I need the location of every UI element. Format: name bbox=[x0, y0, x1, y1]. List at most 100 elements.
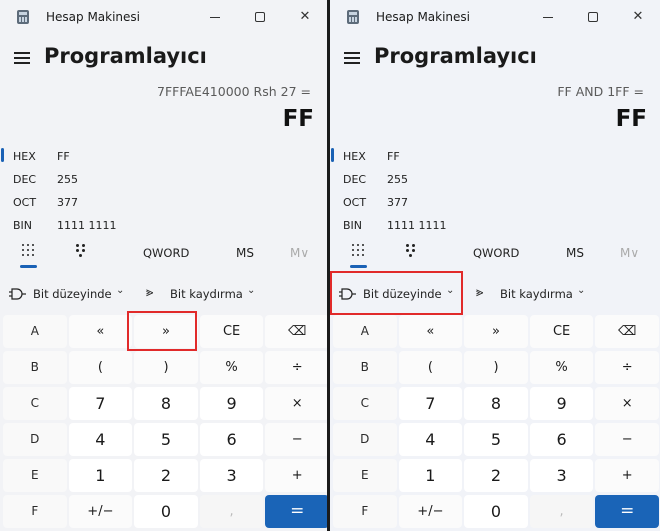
left-shift-key[interactable]: « bbox=[398, 315, 463, 348]
full-keypad-icon[interactable] bbox=[351, 243, 365, 257]
title-bar[interactable]: Hesap Makinesi ✕ bbox=[0, 0, 327, 34]
backspace-key[interactable]: ⌫ bbox=[265, 315, 327, 348]
key-1[interactable]: 1 bbox=[68, 459, 133, 492]
key-e[interactable]: E bbox=[333, 459, 397, 492]
subtract-key[interactable]: − bbox=[265, 423, 327, 456]
percent-key[interactable]: % bbox=[529, 351, 594, 384]
bitshift-label: Bit kaydırma bbox=[500, 287, 573, 301]
key-a[interactable]: A bbox=[333, 315, 397, 348]
multiply-key[interactable]: × bbox=[265, 387, 327, 420]
key-0[interactable]: 0 bbox=[134, 495, 198, 528]
memory-list-button[interactable]: M∨ bbox=[290, 246, 309, 260]
close-paren-key[interactable]: ) bbox=[134, 351, 198, 384]
radix-row-hex[interactable]: HEX FF bbox=[330, 145, 530, 167]
radix-row-hex[interactable]: HEX FF bbox=[0, 145, 200, 167]
navigation-menu-icon[interactable] bbox=[344, 51, 360, 64]
minimize-button[interactable] bbox=[201, 6, 229, 28]
radix-row-oct[interactable]: OCT 377 bbox=[0, 191, 200, 213]
key-4[interactable]: 4 bbox=[68, 423, 133, 456]
open-paren-key[interactable]: ( bbox=[398, 351, 463, 384]
key-f[interactable]: F bbox=[3, 495, 67, 528]
add-key[interactable]: + bbox=[595, 459, 659, 492]
percent-key[interactable]: % bbox=[199, 351, 264, 384]
radix-value: 377 bbox=[57, 196, 78, 209]
logic-gate-icon bbox=[339, 288, 356, 300]
radix-row-dec[interactable]: DEC 255 bbox=[330, 168, 530, 190]
key-7[interactable]: 7 bbox=[398, 387, 463, 420]
memory-list-button[interactable]: M∨ bbox=[620, 246, 639, 260]
key-3[interactable]: 3 bbox=[529, 459, 594, 492]
calculator-app-icon bbox=[347, 10, 359, 24]
divide-key[interactable]: ÷ bbox=[595, 351, 659, 384]
key-b[interactable]: B bbox=[333, 351, 397, 384]
key-8[interactable]: 8 bbox=[464, 387, 528, 420]
key-c[interactable]: C bbox=[3, 387, 67, 420]
negate-key[interactable]: +/− bbox=[68, 495, 133, 528]
memory-store-button[interactable]: MS bbox=[236, 246, 254, 260]
bit-toggling-keypad-icon[interactable] bbox=[404, 243, 418, 257]
key-d[interactable]: D bbox=[3, 423, 67, 456]
key-d[interactable]: D bbox=[333, 423, 397, 456]
key-4[interactable]: 4 bbox=[398, 423, 463, 456]
radix-row-dec[interactable]: DEC 255 bbox=[0, 168, 200, 190]
negate-key[interactable]: +/− bbox=[398, 495, 463, 528]
close-button[interactable]: ✕ bbox=[624, 6, 652, 28]
maximize-button[interactable] bbox=[246, 6, 274, 28]
key-f[interactable]: F bbox=[333, 495, 397, 528]
backspace-key[interactable]: ⌫ bbox=[595, 315, 659, 348]
radix-row-oct[interactable]: OCT 377 bbox=[330, 191, 530, 213]
key-b[interactable]: B bbox=[3, 351, 67, 384]
key-e[interactable]: E bbox=[3, 459, 67, 492]
add-key[interactable]: + bbox=[265, 459, 327, 492]
equals-key[interactable]: = bbox=[595, 495, 659, 528]
multiply-key[interactable]: × bbox=[595, 387, 659, 420]
close-icon: ✕ bbox=[299, 9, 311, 24]
key-9[interactable]: 9 bbox=[529, 387, 594, 420]
title-bar[interactable]: Hesap Makinesi ✕ bbox=[330, 0, 660, 34]
subtract-key[interactable]: − bbox=[595, 423, 659, 456]
divide-key[interactable]: ÷ bbox=[265, 351, 327, 384]
clear-entry-key[interactable]: CE bbox=[199, 315, 264, 348]
selected-radix-indicator bbox=[1, 148, 4, 162]
chevron-down-icon: ⌄ bbox=[446, 285, 455, 296]
radix-row-bin[interactable]: BIN 1111 1111 bbox=[330, 214, 530, 236]
key-a[interactable]: A bbox=[3, 315, 67, 348]
open-paren-key[interactable]: ( bbox=[68, 351, 133, 384]
key-6[interactable]: 6 bbox=[529, 423, 594, 456]
key-6[interactable]: 6 bbox=[199, 423, 264, 456]
key-2[interactable]: 2 bbox=[464, 459, 528, 492]
mode-title: Programlayıcı bbox=[374, 44, 537, 68]
radix-value: 377 bbox=[387, 196, 408, 209]
key-5[interactable]: 5 bbox=[464, 423, 528, 456]
equals-key[interactable]: = bbox=[265, 495, 327, 528]
key-2[interactable]: 2 bbox=[134, 459, 198, 492]
radix-label: OCT bbox=[13, 196, 37, 209]
clear-entry-key[interactable]: CE bbox=[529, 315, 594, 348]
left-shift-key[interactable]: « bbox=[68, 315, 133, 348]
memory-store-button[interactable]: MS bbox=[566, 246, 584, 260]
key-3[interactable]: 3 bbox=[199, 459, 264, 492]
key-1[interactable]: 1 bbox=[398, 459, 463, 492]
close-icon: ✕ bbox=[632, 9, 644, 24]
word-size-button[interactable]: QWORD bbox=[143, 246, 189, 260]
key-c[interactable]: C bbox=[333, 387, 397, 420]
radix-row-bin[interactable]: BIN 1111 1111 bbox=[0, 214, 200, 236]
navigation-menu-icon[interactable] bbox=[14, 51, 30, 64]
close-paren-key[interactable]: ) bbox=[464, 351, 528, 384]
key-8[interactable]: 8 bbox=[134, 387, 198, 420]
key-7[interactable]: 7 bbox=[68, 387, 133, 420]
radix-label: DEC bbox=[343, 173, 367, 186]
bit-toggling-keypad-icon[interactable] bbox=[74, 243, 88, 257]
key-5[interactable]: 5 bbox=[134, 423, 198, 456]
maximize-button[interactable] bbox=[579, 6, 607, 28]
calculator-window-right: Hesap Makinesi ✕ Programlayıcı FF AND 1F… bbox=[330, 0, 660, 531]
full-keypad-icon[interactable] bbox=[21, 243, 35, 257]
selected-radix-indicator bbox=[331, 148, 334, 162]
right-shift-key[interactable]: » bbox=[134, 315, 198, 348]
minimize-button[interactable] bbox=[534, 6, 562, 28]
key-9[interactable]: 9 bbox=[199, 387, 264, 420]
close-button[interactable]: ✕ bbox=[291, 6, 319, 28]
word-size-button[interactable]: QWORD bbox=[473, 246, 519, 260]
right-shift-key[interactable]: » bbox=[464, 315, 528, 348]
key-0[interactable]: 0 bbox=[464, 495, 528, 528]
